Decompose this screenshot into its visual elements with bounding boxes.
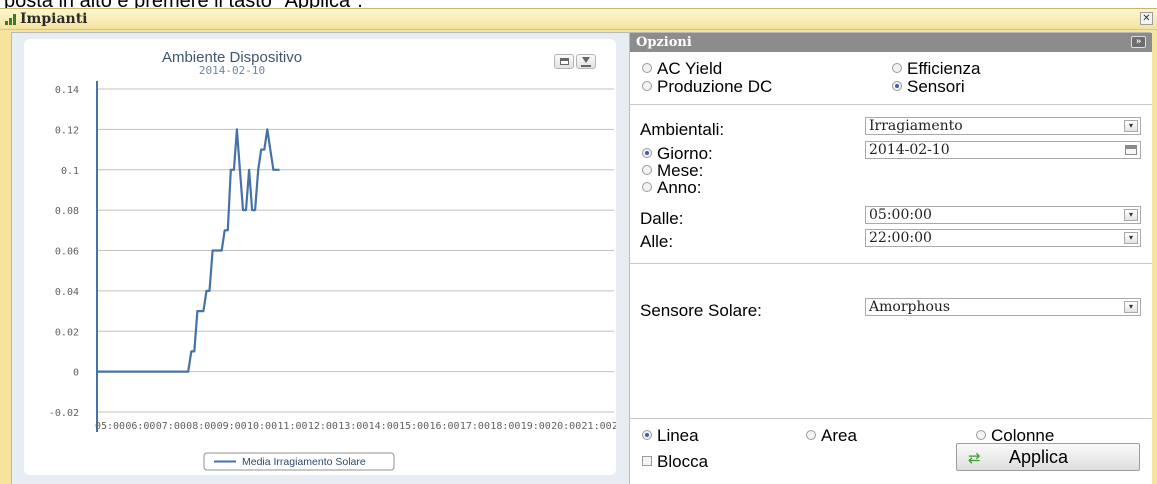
radio-anno[interactable]: Anno: [642,179,701,197]
window-title: Impianti [20,11,88,27]
radio-ac-yield[interactable]: AC Yield [642,60,722,78]
y-tick-label: 0.06 [55,247,79,258]
refresh-icon: ⇄ [968,449,981,467]
y-tick-label: 0.12 [55,125,79,136]
radio-area[interactable]: Area [806,427,857,445]
x-tick-label: 18:00 [490,421,520,432]
collapse-icon[interactable]: » [1131,36,1146,48]
divider [630,263,1152,264]
radio-sensori[interactable]: Sensori [892,78,965,96]
sensore-select[interactable]: Amorphous ▾ [865,298,1141,316]
close-icon[interactable]: ✕ [1140,12,1153,25]
radio-icon [642,148,652,158]
dalle-select[interactable]: 05:00:00 ▾ [865,206,1141,224]
radio-icon [642,165,652,175]
radio-icon [892,81,902,91]
x-tick-label: 12:00 [308,421,338,432]
y-tick-label: 0.1 [61,166,79,177]
chart-container: 0.14 0.12 0.1 0.08 0.06 0.04 0.02 0 -0.02 05:00 06… [24,39,616,475]
x-tick-label: 14:00 [369,421,399,432]
radio-efficienza[interactable]: Efficienza [892,60,980,78]
blocca-checkbox[interactable]: Blocca [642,453,708,471]
y-tick-label: 0.14 [55,85,79,96]
x-tick-label: 17:00 [460,421,490,432]
window-content: 0.14 0.12 0.1 0.08 0.06 0.04 0.02 0 -0.02 05:00 06… [11,32,1152,484]
y-tick-label: 0.04 [55,287,79,298]
x-tick-label: 10:00 [247,421,277,432]
chevron-down-icon[interactable]: ▾ [1124,301,1138,313]
x-tick-label: 20:00 [551,421,581,432]
x-tick-label: 11:00 [277,421,307,432]
x-tick-label: 19:00 [521,421,551,432]
printer-icon [560,58,569,65]
radio-produzione-dc[interactable]: Produzione DC [642,78,772,96]
date-input[interactable]: 2014-02-10 [865,141,1141,159]
x-tick-label: 08:00 [186,421,216,432]
options-panel: Opzioni » AC Yield Efficienza Produzione… [629,33,1152,484]
alle-select[interactable]: 22:00:00 ▾ [865,229,1141,247]
checkbox-icon [642,456,652,466]
divider [630,418,1152,419]
y-tick-label: 0.02 [55,327,79,338]
options-header: Opzioni » [630,33,1152,52]
y-tick-label: 0 [73,368,79,379]
apply-label: Applica [1009,447,1069,467]
chevron-down-icon[interactable]: ▾ [1124,120,1138,132]
calendar-icon[interactable] [1125,145,1137,155]
dalle-label: Dalle: [640,209,684,228]
x-tick-label: 05:00 [95,421,125,432]
print-chart-button[interactable] [554,54,574,69]
divider [630,104,1152,105]
x-tick-label: 06:00 [125,421,155,432]
alle-label: Alle: [640,232,674,251]
export-chart-button[interactable] [576,54,596,69]
line-chart: 0.14 0.12 0.1 0.08 0.06 0.04 0.02 0 -0.02 05:00 06… [49,49,616,471]
x-tick-label: 21:00 [582,421,612,432]
radio-icon [642,81,652,91]
window-titlebar: Impianti ✕ [0,9,1157,30]
radio-icon [806,430,816,440]
x-tick-label: 09:00 [217,421,247,432]
radio-icon [642,63,652,73]
radio-icon [642,182,652,192]
radio-icon [642,430,652,440]
bar-chart-icon [5,14,17,25]
chart-subtitle: 2014-02-10 [199,64,265,77]
x-tick-label: 13:00 [338,421,368,432]
radio-linea[interactable]: Linea [642,427,699,445]
sensore-solare-label: Sensore Solare: [640,301,762,320]
chart-legend[interactable]: Media Irragiamento Solare [203,452,395,471]
y-tick-label: -0.02 [49,408,79,419]
x-tick-label: 22:00 [612,421,616,432]
radio-icon [976,430,986,440]
chevron-down-icon[interactable]: ▾ [1124,209,1138,221]
download-icon [582,57,590,63]
radio-icon [892,63,902,73]
x-tick-label: 15:00 [399,421,429,432]
x-tick-label: 07:00 [156,421,186,432]
ambientali-label: Ambientali: [640,120,725,139]
chevron-down-icon[interactable]: ▾ [1124,232,1138,244]
apply-button[interactable]: ⇄ Applica [956,443,1140,471]
ambientali-select[interactable]: Irragiamento ▾ [865,117,1141,135]
legend-label: Media Irragiamento Solare [242,456,366,468]
x-tick-label: 16:00 [429,421,459,432]
impianti-window: Impianti ✕ 0.14 0.12 0.1 0.08 0.06 0.04 0.02 0 -… [0,8,1157,484]
y-tick-label: 0.08 [55,206,79,217]
chart-panel: 0.14 0.12 0.1 0.08 0.06 0.04 0.02 0 -0.02 05:00 06… [12,33,629,484]
options-title: Opzioni [636,35,692,50]
